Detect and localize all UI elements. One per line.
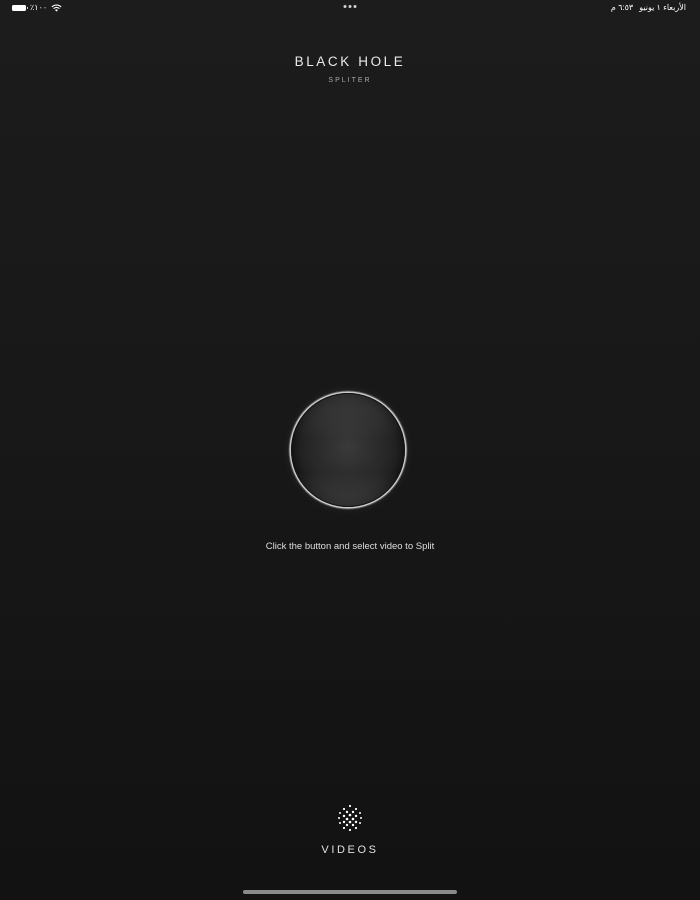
- videos-tab[interactable]: VIDEOS: [300, 802, 400, 862]
- multitask-dots-icon[interactable]: [343, 5, 357, 8]
- dot-grid-icon: [338, 804, 362, 832]
- status-left: ٪١٠٠: [12, 3, 62, 12]
- videos-label: VIDEOS: [321, 844, 379, 856]
- home-indicator[interactable]: [243, 890, 457, 894]
- app-title: BLACK HOLE: [294, 54, 406, 69]
- select-video-button[interactable]: [291, 393, 405, 507]
- status-bar: ٪١٠٠ ٦:٥٣ م الأربعاء ١ يونيو: [0, 0, 700, 18]
- battery-icon: [12, 4, 28, 11]
- status-right: ٦:٥٣ م الأربعاء ١ يونيو: [611, 3, 686, 12]
- battery-percentage: ٪١٠٠: [30, 3, 48, 12]
- wifi-icon: [51, 4, 62, 12]
- status-time: ٦:٥٣ م: [610, 3, 634, 12]
- status-date: الأربعاء ١ يونيو: [639, 3, 686, 12]
- instruction-text: Click the button and select video to Spl…: [265, 541, 435, 552]
- app-subtitle: SPLITER: [328, 77, 372, 84]
